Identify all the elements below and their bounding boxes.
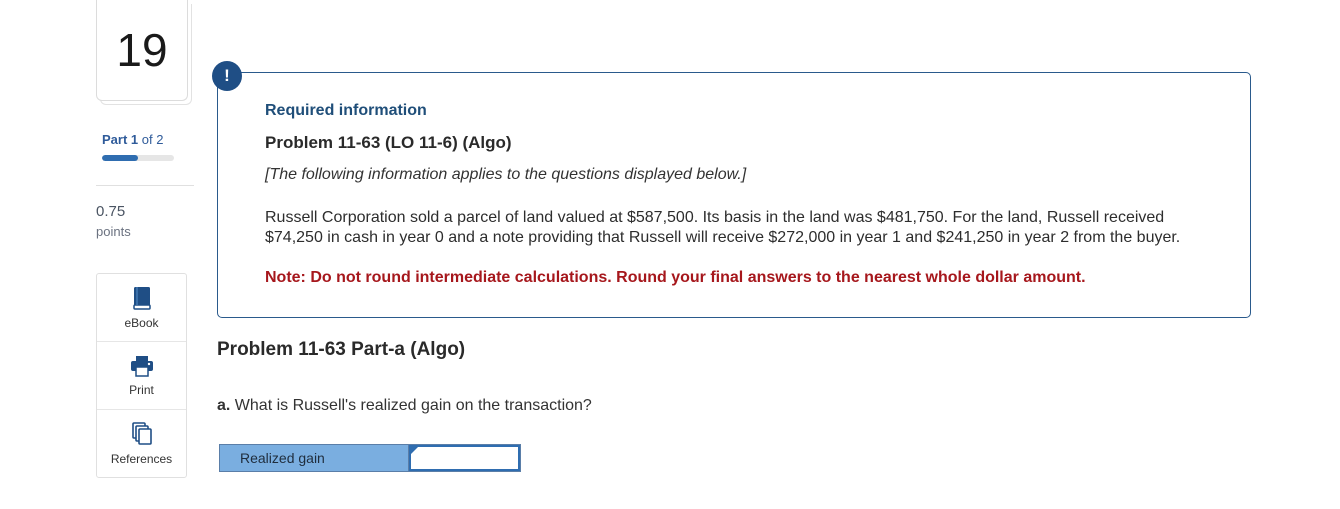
part-of-total: of 2 — [141, 132, 164, 147]
points-label: points — [96, 224, 131, 239]
sidebar-divider — [96, 185, 194, 186]
realized-gain-cell — [409, 445, 520, 471]
part-a-title: Problem 11-63 Part-a (Algo) — [217, 339, 466, 360]
points-value: 0.75 — [96, 203, 126, 220]
references-label: References — [110, 451, 173, 466]
part-indicator: Part 1 of 2 — [102, 132, 163, 147]
page: 19 Part 1 of 2 0.75 points eBook Print R… — [0, 0, 1340, 509]
question-number: 19 — [96, 0, 188, 101]
tools-panel: eBook Print References — [96, 273, 187, 478]
references-button[interactable]: References — [97, 409, 186, 477]
part-progress-bar — [102, 155, 174, 161]
ebook-label: eBook — [124, 315, 159, 330]
problem-body: Russell Corporation sold a parcel of lan… — [265, 209, 1181, 246]
question-number-card: 19 — [96, 0, 192, 106]
part-current: 1 — [130, 132, 139, 147]
question-prefix: a. — [217, 397, 231, 414]
required-info-box: Required information Problem 11-63 (LO 1… — [217, 72, 1251, 318]
part-progress-fill — [102, 155, 138, 161]
print-label: Print — [129, 382, 154, 397]
problem-title: Problem 11-63 (LO 11-6) (Algo) — [265, 133, 512, 152]
part-a-question: a. What is Russell's realized gain on th… — [217, 397, 592, 415]
rounding-note: Note: Do not round intermediate calculat… — [265, 269, 1086, 286]
realized-gain-input[interactable] — [411, 447, 518, 469]
print-button[interactable]: Print — [97, 341, 186, 409]
part-prefix: Part — [102, 132, 128, 147]
question-text: What is Russell's realized gain on the t… — [234, 397, 592, 414]
realized-gain-label: Realized gain — [220, 445, 409, 471]
ebook-button[interactable]: eBook — [97, 274, 186, 341]
answer-table: Realized gain — [219, 444, 521, 472]
printer-icon — [130, 355, 154, 377]
book-icon — [131, 286, 153, 310]
cell-flag-icon — [411, 447, 418, 454]
required-info-title: Required information — [265, 102, 427, 119]
alert-icon: ! — [212, 61, 242, 91]
intro-text: [The following information applies to th… — [265, 166, 747, 183]
references-icon — [131, 421, 153, 446]
